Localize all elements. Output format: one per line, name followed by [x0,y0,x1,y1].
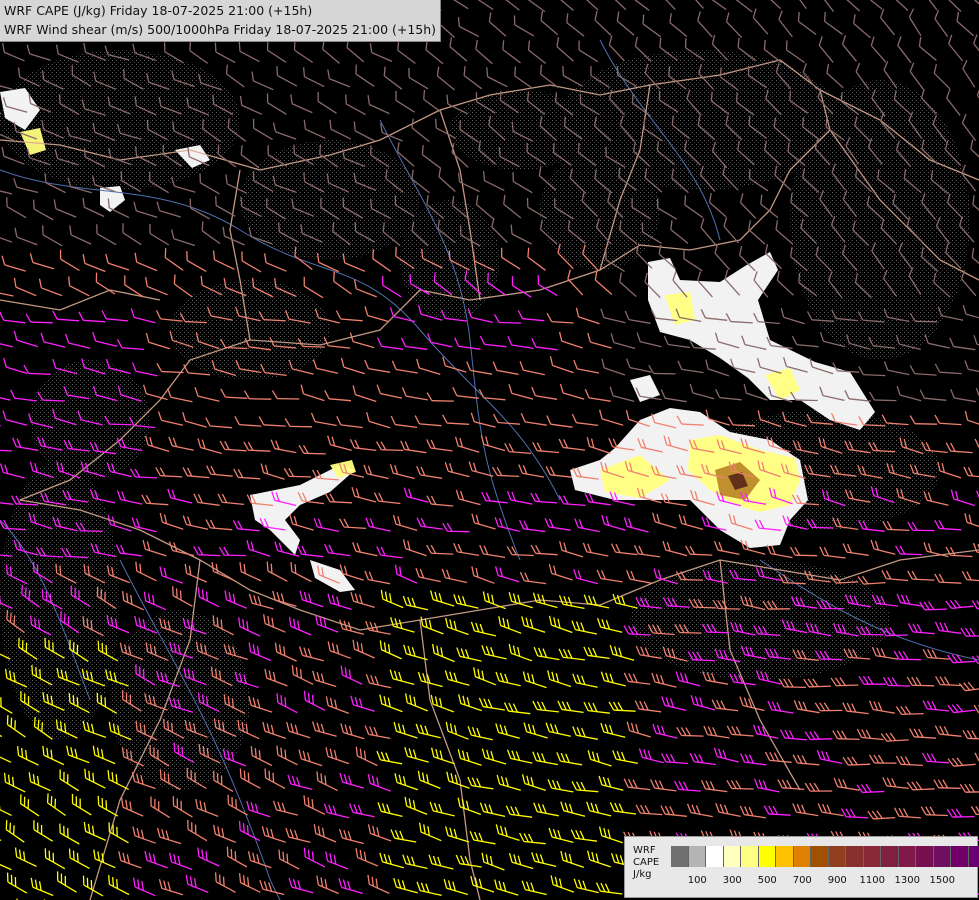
wind-shear-title: WRF Wind shear (m/s) 500/1000hPa Friday … [4,22,437,37]
legend-tick: 1500 [929,875,955,886]
legend-swatch [828,846,846,867]
cape-legend: WRF CAPE J/kg 100 300 500 700 900 1100 1300 150… [624,836,979,898]
legend-tick: 700 [792,875,812,886]
legend-swatch [741,846,759,867]
legend-swatch [758,846,776,867]
legend-model-label: WRF [633,845,656,856]
legend-swatch [916,846,934,867]
legend-label: WRF CAPE J/kg [633,845,659,881]
legend-swatch [951,846,969,867]
legend-swatch [863,846,881,867]
legend-swatch [968,846,979,867]
legend-swatch [671,846,689,867]
legend-unit-label: J/kg [633,869,652,880]
wind-barb-cape-map [0,0,979,900]
map-canvas: WRF CAPE (J/kg) Friday 18-07-2025 21:00 … [0,0,979,900]
legend-color-scale [671,846,979,867]
legend-tick: 100 [687,875,707,886]
legend-swatch [706,846,724,867]
legend-tick-labels: 100 300 500 700 900 1100 1300 1500 [671,875,971,889]
legend-swatch [898,846,916,867]
legend-swatch [723,846,741,867]
stipple-area [170,280,330,380]
stipple-area [0,50,240,190]
legend-tick: 900 [827,875,847,886]
legend-tick: 500 [757,875,777,886]
cape-title: WRF CAPE (J/kg) Friday 18-07-2025 21:00 … [4,3,313,18]
legend-swatch [776,846,794,867]
map-title-box: WRF CAPE (J/kg) Friday 18-07-2025 21:00 … [0,0,442,42]
legend-swatch [793,846,811,867]
legend-swatch [811,846,829,867]
legend-swatch [881,846,899,867]
legend-tick: 1100 [859,875,885,886]
legend-swatch [688,846,706,867]
legend-tick: 1300 [894,875,920,886]
legend-field-label: CAPE [633,857,660,868]
legend-swatch [933,846,951,867]
stipple-area [630,560,890,680]
legend-tick: 300 [722,875,742,886]
stipple-area [790,80,970,360]
stipple-area [30,360,150,480]
legend-swatch [846,846,864,867]
